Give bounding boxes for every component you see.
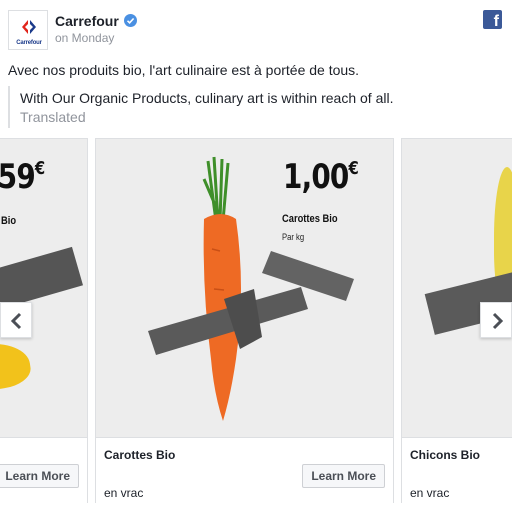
chevron-right-icon — [492, 312, 504, 330]
carousel-card[interactable]: 1,00€ Carottes Bio Par kg Carottes Bio e… — [95, 138, 394, 503]
card-info: Learn More — [0, 437, 87, 503]
card-info: Chicons Bio en vrac — [402, 437, 512, 503]
post-header: Carrefour Carrefour on Monday f — [0, 0, 512, 56]
chevron-left-icon — [10, 312, 22, 330]
card-info: Carottes Bio en vrac Learn More — [96, 437, 393, 503]
carousel-prev-button[interactable] — [0, 302, 32, 338]
product-label: es Bio — [0, 215, 17, 227]
post-timestamp[interactable]: on Monday — [55, 31, 114, 45]
card-title[interactable]: Chicons Bio — [410, 448, 480, 462]
carousel-next-button[interactable] — [480, 302, 512, 338]
learn-more-button[interactable]: Learn More — [302, 464, 385, 488]
page-avatar[interactable]: Carrefour — [8, 10, 48, 50]
card-image[interactable] — [402, 139, 512, 437]
card-image[interactable]: ,59€ es Bio — [0, 139, 87, 437]
price-label: ,59€ — [0, 157, 45, 197]
card-subtitle: en vrac — [104, 486, 144, 500]
carrot-graphic — [148, 156, 354, 421]
learn-more-button[interactable]: Learn More — [0, 464, 79, 488]
post-text: Avec nos produits bio, l'art culinaire e… — [8, 62, 360, 78]
translated-label[interactable]: Translated — [20, 109, 86, 125]
banana-graphic — [0, 338, 33, 396]
carrefour-logo-icon — [22, 20, 36, 34]
translation-block: With Our Organic Products, culinary art … — [8, 86, 498, 128]
card-subtitle: en vrac — [410, 486, 450, 500]
logo-text: Carrefour — [16, 40, 42, 46]
facebook-icon[interactable]: f — [483, 10, 502, 30]
verified-badge-icon — [124, 14, 137, 27]
card-image[interactable]: 1,00€ Carottes Bio Par kg — [96, 139, 393, 437]
card-title[interactable]: Carottes Bio — [104, 448, 175, 462]
page-name-link[interactable]: Carrefour — [55, 13, 119, 29]
translation-text: With Our Organic Products, culinary art … — [20, 90, 394, 106]
product-carousel: ,59€ es Bio Learn More 1,00€ Carottes Bi… — [0, 138, 512, 509]
